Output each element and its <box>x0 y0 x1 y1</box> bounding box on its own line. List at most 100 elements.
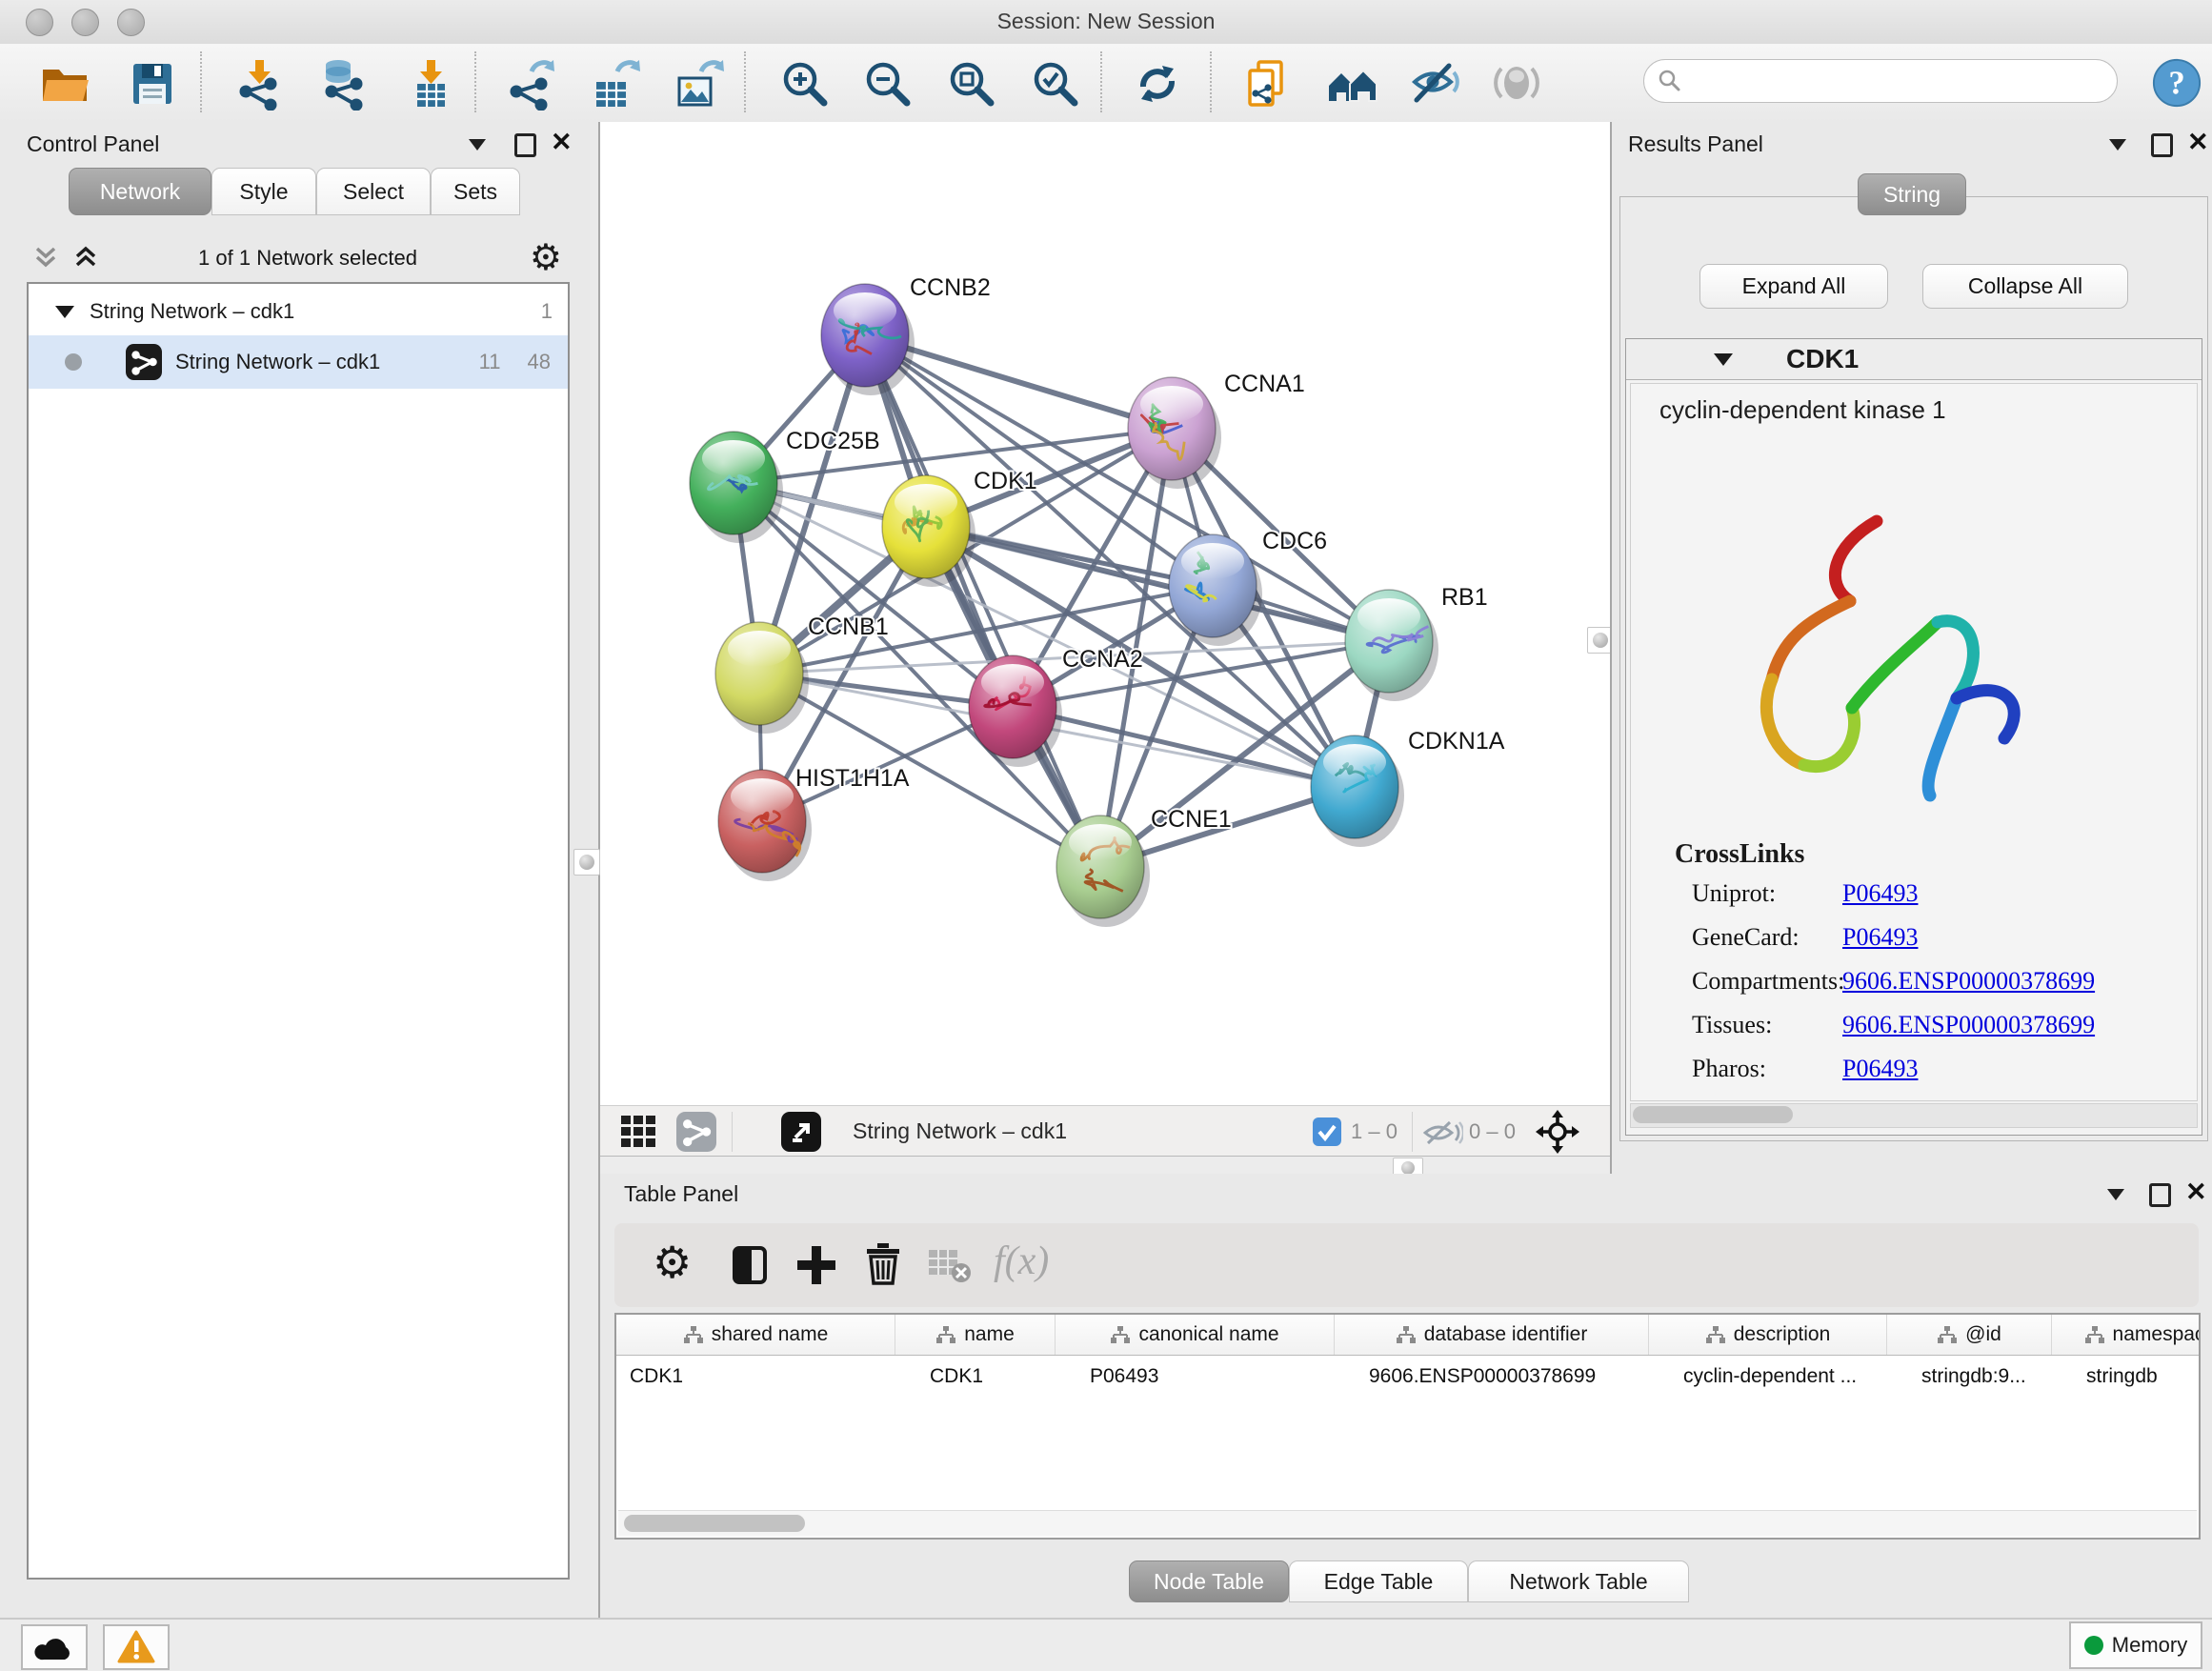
crosslink-link-uniprot[interactable]: P06493 <box>1842 879 1918 907</box>
column-header-shared-name[interactable]: shared name <box>616 1315 895 1355</box>
crosslink-link-pharos[interactable]: P06493 <box>1842 1055 1918 1082</box>
import-table-from-file-button[interactable] <box>404 57 457 111</box>
node-CCNB2[interactable] <box>821 284 915 395</box>
node-RB1[interactable] <box>1345 590 1438 701</box>
results-scrollbar-track[interactable] <box>1630 1103 2198 1128</box>
warnings-button[interactable] <box>103 1624 170 1670</box>
network-options-gear-icon[interactable]: ⚙ <box>530 236 562 279</box>
crosslink-link-tissues[interactable]: 9606.ENSP00000378699 <box>1842 1011 2095 1038</box>
results-scrollbar-thumb[interactable] <box>1633 1106 1793 1123</box>
control-panel-close-icon[interactable]: ✕ <box>551 131 573 152</box>
crosslink-link-genecard[interactable]: P06493 <box>1842 923 1918 951</box>
table-cell[interactable]: cyclin-dependent ... <box>1683 1356 1883 1398</box>
warning-icon <box>117 1630 155 1664</box>
zoom-in-button[interactable] <box>778 57 832 111</box>
results-panel-menu-icon[interactable] <box>2109 139 2126 151</box>
column-header-name[interactable]: name <box>895 1315 1056 1355</box>
table-hscrollbar-thumb[interactable] <box>624 1515 805 1532</box>
table-cell[interactable]: stringdb <box>2086 1356 2201 1398</box>
show-all-button[interactable] <box>1490 57 1543 111</box>
table-panel-float-icon[interactable] <box>2149 1183 2171 1207</box>
new-network-from-selection-button[interactable] <box>1240 57 1294 111</box>
tab-node-table[interactable]: Node Table <box>1129 1560 1289 1602</box>
collapse-all-icon[interactable] <box>32 246 59 271</box>
help-button[interactable]: ? <box>2151 57 2202 109</box>
collection-expand-icon[interactable] <box>55 306 74 318</box>
network-collection-row[interactable]: String Network – cdk1 1 <box>29 290 568 333</box>
column-header-canonical-name[interactable]: canonical name <box>1056 1315 1335 1355</box>
zoom-selected-button[interactable] <box>1029 57 1082 111</box>
edge-CCNA2-CDKN1A[interactable] <box>1013 707 1355 787</box>
table-panel-menu-icon[interactable] <box>2107 1189 2124 1200</box>
birds-eye-view-icon[interactable] <box>621 1116 659 1148</box>
tab-network-table[interactable]: Network Table <box>1468 1560 1689 1602</box>
crosslink-row: Tissues:9606.ENSP00000378699 <box>1692 1011 2187 1055</box>
table-panel-close-icon[interactable]: ✕ <box>2185 1181 2207 1202</box>
collection-count: 1 <box>541 299 553 324</box>
view-network-title: String Network – cdk1 <box>853 1118 1067 1144</box>
network-canvas[interactable]: CCNB2CCNA1CDC25BCDK1CDC6RB1CCNB1CCNA2CDK… <box>600 122 1610 1105</box>
open-session-button[interactable] <box>38 57 91 111</box>
search-input[interactable] <box>1682 68 2086 94</box>
show-columns-icon[interactable] <box>727 1242 773 1288</box>
tab-sets[interactable]: Sets <box>431 168 520 215</box>
results-panel-float-icon[interactable] <box>2151 133 2173 157</box>
tab-edge-table[interactable]: Edge Table <box>1289 1560 1468 1602</box>
column-header-namespac[interactable]: namespac <box>2052 1315 2201 1355</box>
cloud-button[interactable] <box>21 1624 88 1670</box>
export-image-button[interactable] <box>673 57 726 111</box>
table-panel-title: Table Panel <box>624 1181 738 1207</box>
string-view-icon[interactable] <box>676 1112 716 1152</box>
control-panel-float-icon[interactable] <box>514 133 536 157</box>
table-cell[interactable]: CDK1 <box>930 1356 1052 1398</box>
memory-button[interactable]: Memory <box>2069 1621 2202 1669</box>
export-network-button[interactable] <box>503 57 556 111</box>
tab-style[interactable]: Style <box>211 168 316 215</box>
tab-select[interactable]: Select <box>316 168 431 215</box>
select-first-neighbors-button[interactable] <box>1326 57 1379 111</box>
column-header--id[interactable]: @id <box>1887 1315 2052 1355</box>
node-CDC25B[interactable] <box>690 432 783 543</box>
section-collapse-icon[interactable] <box>1714 353 1733 366</box>
node-section-header[interactable]: CDK1 <box>1626 339 2202 380</box>
node-CCNA1[interactable] <box>1128 377 1221 489</box>
crosslink-link-compartments[interactable]: 9606.ENSP00000378699 <box>1842 967 2095 995</box>
column-header-description[interactable]: description <box>1649 1315 1887 1355</box>
create-column-icon[interactable] <box>794 1242 839 1288</box>
node-CDK1[interactable] <box>882 475 975 587</box>
node-CCNA2[interactable] <box>969 655 1062 767</box>
node-CDKN1A[interactable] <box>1311 735 1404 847</box>
table-cell[interactable]: 9606.ENSP00000378699 <box>1369 1356 1645 1398</box>
expand-all-icon[interactable] <box>72 246 99 271</box>
apply-preferred-layout-button[interactable] <box>1131 57 1184 111</box>
table-cell[interactable]: CDK1 <box>630 1356 871 1398</box>
left-splitter-grip[interactable] <box>573 849 600 876</box>
zoom-out-button[interactable] <box>861 57 915 111</box>
zoom-fit-content-button[interactable] <box>945 57 998 111</box>
control-panel-menu-icon[interactable] <box>469 139 486 151</box>
fit-selected-crosshair-icon[interactable] <box>1536 1110 1579 1154</box>
hide-selected-button[interactable] <box>1408 57 1461 111</box>
export-table-button[interactable] <box>589 57 642 111</box>
table-cell[interactable]: P06493 <box>1090 1356 1331 1398</box>
column-header-database-identifier[interactable]: database identifier <box>1335 1315 1649 1355</box>
delete-column-trash-icon[interactable] <box>860 1240 906 1286</box>
table-options-gear-icon[interactable]: ⚙ <box>653 1237 692 1288</box>
table-hscrollbar-track[interactable] <box>618 1510 2197 1536</box>
node-label-CDK1: CDK1 <box>974 468 1037 494</box>
results-panel-close-icon[interactable]: ✕ <box>2187 131 2209 152</box>
selected-checkbox-icon[interactable] <box>1313 1117 1341 1146</box>
open-in-window-icon[interactable] <box>781 1112 821 1152</box>
import-network-from-database-button[interactable] <box>318 57 372 111</box>
collapse-all-button[interactable]: Collapse All <box>1922 264 2128 309</box>
tab-string[interactable]: String <box>1858 173 1966 215</box>
table-cell[interactable]: stringdb:9... <box>1921 1356 2048 1398</box>
node-CCNE1[interactable] <box>1056 815 1150 927</box>
string-app-icon <box>126 344 162 380</box>
tab-network[interactable]: Network <box>69 168 211 215</box>
import-network-from-file-button[interactable] <box>232 57 286 111</box>
node-label-CCNB1: CCNB1 <box>808 614 889 640</box>
save-session-button[interactable] <box>126 57 179 111</box>
network-row-selected[interactable]: String Network – cdk1 11 48 <box>29 335 568 389</box>
expand-all-button[interactable]: Expand All <box>1699 264 1888 309</box>
